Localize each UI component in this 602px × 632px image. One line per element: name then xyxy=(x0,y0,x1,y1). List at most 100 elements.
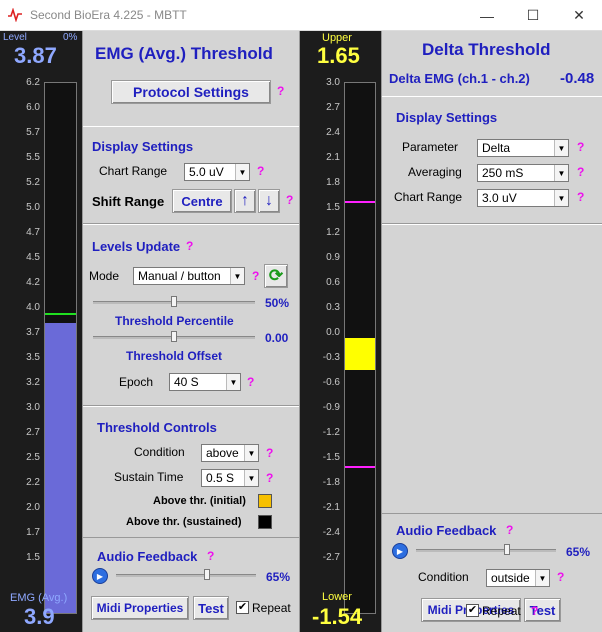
levels-update-help-icon[interactable]: ? xyxy=(186,239,193,253)
shift-down-icon[interactable]: ↓ xyxy=(258,189,280,213)
level-value: 3.87 xyxy=(14,43,57,68)
close-button[interactable]: ✕ xyxy=(556,0,602,31)
shift-range-help-icon[interactable]: ? xyxy=(286,193,293,207)
sustain-help-icon[interactable]: ? xyxy=(266,471,273,485)
tick-label: 0.0 xyxy=(326,327,340,338)
lower-value: -1.54 xyxy=(312,604,363,629)
tick-label: -0.6 xyxy=(322,377,340,388)
audio-help-icon[interactable]: ? xyxy=(207,549,214,563)
chevron-down-icon: ▼ xyxy=(535,570,549,586)
parameter-select[interactable]: Delta ▼ xyxy=(477,139,569,157)
tick-label: 1.8 xyxy=(326,177,340,188)
sustain-time-select[interactable]: 0.5 S ▼ xyxy=(201,469,259,487)
tick-label: 2.1 xyxy=(326,152,340,163)
threshold-percentile-slider[interactable] xyxy=(93,296,255,310)
mode-value: Manual / button xyxy=(138,269,221,283)
emg-volume-slider[interactable] xyxy=(116,569,256,583)
threshold-controls-title: Threshold Controls xyxy=(97,420,217,435)
threshold-offset-label: Threshold Offset xyxy=(126,349,223,363)
slider-track xyxy=(416,549,556,552)
tick-label: 2.0 xyxy=(26,502,40,513)
mode-help-icon[interactable]: ? xyxy=(252,269,259,283)
maximize-button[interactable]: ☐ xyxy=(510,0,556,31)
epoch-help-icon[interactable]: ? xyxy=(247,375,254,389)
tick-label: 3.0 xyxy=(26,402,40,413)
delta-repeat-label: Repeat xyxy=(482,604,521,618)
tick-label: 5.0 xyxy=(26,202,40,213)
refresh-icon[interactable]: ⟳ xyxy=(264,264,288,288)
tick-label: -2.4 xyxy=(322,527,340,538)
tick-label: 2.5 xyxy=(26,452,40,463)
delta-chart-range-select[interactable]: 3.0 uV ▼ xyxy=(477,189,569,207)
averaging-select[interactable]: 250 mS ▼ xyxy=(477,164,569,182)
repeat-checkbox[interactable]: ✔ xyxy=(236,601,249,614)
midi-properties-button[interactable]: Midi Properties xyxy=(91,596,189,620)
epoch-value: 40 S xyxy=(174,375,199,389)
chart-range-select[interactable]: 5.0 uV ▼ xyxy=(184,163,250,181)
chevron-down-icon: ▼ xyxy=(244,445,258,461)
shift-up-icon[interactable]: ↑ xyxy=(234,189,256,213)
delta-condition-select[interactable]: outside ▼ xyxy=(486,569,550,587)
chart-range-label: Chart Range xyxy=(99,164,168,178)
test-button[interactable]: Test xyxy=(193,596,229,620)
delta-threshold-panel: Delta Threshold Delta EMG (ch.1 - ch.2) … xyxy=(381,31,602,632)
minimize-button[interactable]: — xyxy=(464,0,510,31)
tick-label: 5.7 xyxy=(26,127,40,138)
centre-button[interactable]: Centre xyxy=(172,189,232,213)
delta-repeat-help-icon[interactable]: ? xyxy=(531,604,538,618)
display-settings-title: Display Settings xyxy=(92,139,194,154)
delta-repeat-checkbox-visible[interactable]: ✔ xyxy=(466,604,479,617)
tick-label: 0.3 xyxy=(326,302,340,313)
averaging-label: Averaging xyxy=(408,165,462,179)
slider-thumb[interactable] xyxy=(204,569,210,580)
above-sustained-label: Above thr. (sustained) xyxy=(126,516,242,528)
chevron-down-icon: ▼ xyxy=(244,470,258,486)
condition-help-icon[interactable]: ? xyxy=(266,446,273,460)
threshold-percentile-value: 50% xyxy=(265,296,290,310)
slider-track xyxy=(116,574,256,577)
epoch-select[interactable]: 40 S ▼ xyxy=(169,373,241,391)
emg-threshold-panel: EMG (Avg.) Threshold Protocol Settings ?… xyxy=(82,31,300,632)
tick-label: 1.2 xyxy=(326,227,340,238)
delta-test-button[interactable]: Test xyxy=(524,598,561,622)
tick-label: 1.5 xyxy=(26,552,40,563)
delta-threshold-title: Delta Threshold xyxy=(422,40,551,59)
delta-meter-panel: Upper 1.65 3.0 2.7 2.4 2.1 1.8 1.5 1.2 0.9 0.6 0.… xyxy=(300,31,381,632)
level-percent: 0% xyxy=(63,32,78,43)
chart-range-help-icon[interactable]: ? xyxy=(257,164,264,178)
delta-emg-value: -0.48 xyxy=(560,70,595,87)
play-icon[interactable]: ▶ xyxy=(92,568,108,584)
mode-select[interactable]: Manual / button ▼ xyxy=(133,267,245,285)
above-initial-indicator xyxy=(258,494,272,508)
averaging-help-icon[interactable]: ? xyxy=(577,165,584,179)
condition-select[interactable]: above ▼ xyxy=(201,444,259,462)
threshold-offset-slider[interactable] xyxy=(93,331,255,345)
slider-thumb[interactable] xyxy=(504,544,510,555)
tick-label: 5.5 xyxy=(26,152,40,163)
sustain-time-value: 0.5 S xyxy=(206,471,235,485)
level-threshold-line xyxy=(45,313,76,316)
delta-emg-label: Delta EMG (ch.1 - ch.2) xyxy=(389,71,530,86)
delta-condition-help-icon[interactable]: ? xyxy=(557,570,564,584)
slider-thumb[interactable] xyxy=(171,331,177,342)
slider-thumb[interactable] xyxy=(171,296,177,307)
audio-feedback-title: Audio Feedback xyxy=(97,549,198,564)
parameter-help-icon[interactable]: ? xyxy=(577,140,584,154)
tick-label: 3.2 xyxy=(26,377,40,388)
averaging-value: 250 mS xyxy=(482,166,524,180)
protocol-settings-button[interactable]: Protocol Settings xyxy=(111,80,271,104)
app-logo-icon xyxy=(8,8,22,22)
above-sustained-indicator xyxy=(258,515,272,529)
delta-volume-slider[interactable] xyxy=(416,544,556,558)
delta-audio-help-icon[interactable]: ? xyxy=(506,523,513,537)
protocol-help-icon[interactable]: ? xyxy=(277,84,284,98)
emg-avg-label: EMG (Avg.) xyxy=(10,592,68,604)
tick-label: -2.1 xyxy=(322,502,340,513)
tick-label: 2.2 xyxy=(26,477,40,488)
sustain-time-label: Sustain Time xyxy=(114,470,184,484)
tick-label: 6.2 xyxy=(26,77,40,88)
delta-chart-range-help-icon[interactable]: ? xyxy=(577,190,584,204)
chevron-down-icon: ▼ xyxy=(554,190,568,206)
play-icon[interactable]: ▶ xyxy=(392,543,408,559)
mode-label: Mode xyxy=(89,269,120,283)
